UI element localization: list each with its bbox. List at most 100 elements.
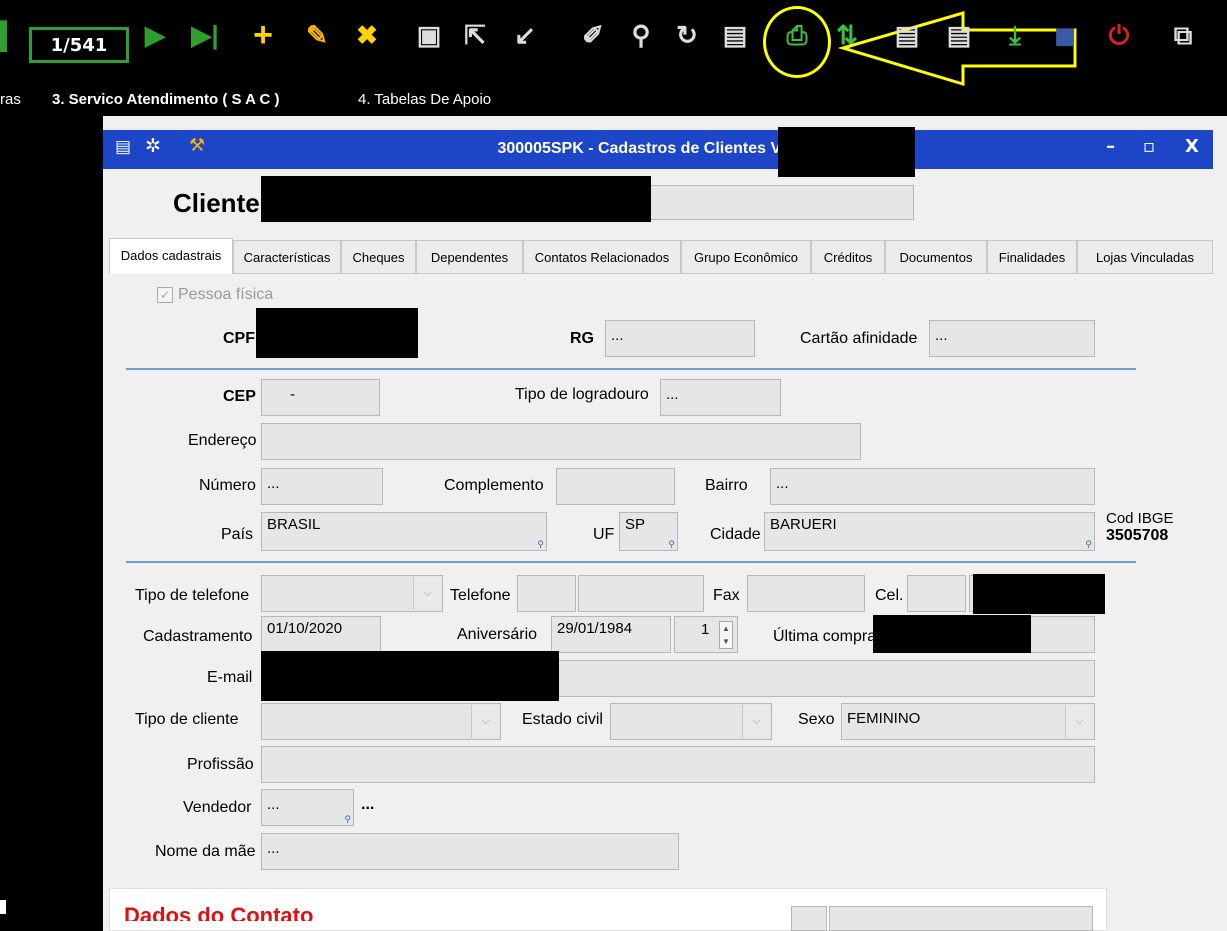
tipo-logradouro-label: Tipo de logradouro (515, 386, 649, 403)
window-title: 300005SPK - Cadastros de Clientes Varejo (497, 140, 819, 157)
tipo-telefone-label: Tipo de telefone (135, 587, 250, 604)
tab-caracteristicas[interactable]: Características (233, 240, 341, 274)
tab-lojas-vinculadas[interactable]: Lojas Vinculadas (1077, 240, 1213, 274)
first-record-icon[interactable]: ▌ (0, 18, 22, 52)
contact-section-title: Dados do Contato (124, 903, 314, 921)
menu-item-partial[interactable]: ras (0, 91, 21, 108)
cadastramento-label: Cadastramento (143, 628, 253, 645)
menu-item-tabelas[interactable]: 4. Tabelas De Apoio (358, 91, 491, 108)
profissao-field[interactable] (261, 746, 1095, 783)
download-icon[interactable]: ⤓ (1000, 18, 1030, 52)
tab-grupo-economico[interactable]: Grupo Econômico (681, 240, 811, 274)
lookup-icon[interactable]: ⚲ (537, 539, 544, 550)
clear-icon[interactable]: ✐ (578, 18, 608, 52)
chevron-down-icon[interactable]: ⌵ (413, 577, 441, 610)
endereco-label: Endereço (188, 432, 257, 449)
bairro-label: Bairro (705, 477, 748, 494)
cel-ddd-field[interactable] (907, 575, 966, 612)
tipo-cliente-select[interactable]: ⌵ (261, 703, 501, 740)
endereco-field[interactable] (261, 423, 861, 460)
estado-civil-select[interactable]: ⌵ (610, 703, 772, 740)
sexo-select[interactable]: FEMININO ⌵ (841, 703, 1095, 740)
fax-field[interactable] (747, 575, 865, 612)
cep-field[interactable]: - (261, 379, 380, 416)
next-record-icon[interactable]: ▶ (140, 18, 170, 52)
divider (126, 561, 1136, 563)
nome-mae-label: Nome da mãe (155, 843, 256, 860)
tab-contatos-relacionados[interactable]: Contatos Relacionados (523, 240, 681, 274)
tipo-logradouro-field[interactable]: ... (660, 379, 781, 416)
shield-icon[interactable]: ◼ (1050, 18, 1080, 52)
redaction (973, 574, 1105, 614)
maximize-button[interactable]: ▫ (1143, 136, 1155, 157)
rg-label: RG (570, 330, 594, 347)
save-icon[interactable]: ▣ (414, 18, 444, 52)
tab-dependentes[interactable]: Dependentes (416, 240, 523, 274)
lookup-icon[interactable]: ⚲ (1085, 539, 1092, 550)
minimize-button[interactable]: – (1106, 136, 1115, 157)
tab-cheques[interactable]: Cheques (341, 240, 416, 274)
tab-finalidades[interactable]: Finalidades (987, 240, 1077, 274)
tab-creditos[interactable]: Créditos (811, 240, 885, 274)
cartao-afinidade-label: Cartão afinidade (800, 330, 918, 347)
client-heading: Cliente (173, 188, 260, 218)
tipo-cliente-label: Tipo de cliente (135, 711, 239, 728)
cidade-field[interactable]: BARUERI ⚲ (764, 512, 1095, 551)
preview-icon[interactable]: ▤ (720, 18, 750, 52)
close-button[interactable]: X (1185, 136, 1199, 157)
numero-label: Número (199, 477, 256, 494)
add-icon[interactable]: + (248, 18, 278, 52)
remove-detail-icon[interactable]: ▤ (944, 18, 974, 52)
complemento-label: Complemento (444, 477, 544, 494)
cadastramento-field[interactable]: 01/10/2020 (261, 616, 381, 653)
nome-mae-field[interactable]: ... (261, 833, 679, 870)
pessoa-fisica-checkbox[interactable]: ✓ (157, 287, 173, 303)
lookup-icon[interactable]: ⚲ (344, 814, 351, 825)
arrow-icon[interactable]: ⇱ (460, 18, 490, 52)
power-icon[interactable]: ⏻ (1104, 18, 1134, 52)
redaction (261, 176, 651, 222)
email-label: E-mail (207, 669, 253, 686)
uf-field[interactable]: SP ⚲ (619, 512, 678, 551)
edge-marker (0, 900, 6, 914)
telefone-label: Telefone (450, 587, 511, 604)
edit-icon[interactable]: ✎ (302, 18, 332, 52)
lookup-icon[interactable]: ⚲ (668, 539, 675, 550)
redaction (256, 308, 418, 358)
main-toolbar: ▌ 1/541 ▶ ▶| + ✎ ✖ ▣ ⇱ ↙ ✐ ⚲ ↻ ▤ ⎙ ⇅ ▤ ▤… (0, 0, 1227, 88)
telefone-field[interactable] (578, 575, 704, 612)
vendedor-label: Vendedor (183, 799, 252, 816)
spin-buttons[interactable]: ▲ ▼ (719, 621, 733, 649)
vendedor-extra: ... (361, 796, 375, 813)
add-detail-icon[interactable]: ▤ (892, 18, 922, 52)
search-icon[interactable]: ⚲ (626, 18, 656, 52)
contact-small-field[interactable] (791, 906, 827, 931)
tab-documentos[interactable]: Documentos (885, 240, 987, 274)
print-icon[interactable]: ⎙ (782, 18, 812, 52)
numero-field[interactable]: ... (261, 468, 383, 505)
cel-label: Cel. (875, 587, 904, 604)
chevron-down-icon[interactable]: ⌵ (471, 705, 499, 738)
chevron-down-icon[interactable]: ⌵ (742, 705, 770, 738)
cod-ibge-value: 3505708 (1106, 527, 1169, 544)
tipo-telefone-select[interactable]: ⌵ (261, 575, 443, 612)
bairro-field[interactable]: ... (770, 468, 1095, 505)
refresh-icon[interactable]: ↻ (672, 18, 702, 52)
vendedor-field[interactable]: ... ⚲ (261, 789, 354, 826)
rg-field[interactable]: ... (605, 320, 755, 357)
delete-icon[interactable]: ✖ (352, 18, 382, 52)
telefone-ddd-field[interactable] (517, 575, 576, 612)
complemento-field[interactable] (556, 468, 675, 505)
contact-field[interactable] (829, 906, 1093, 931)
cartao-afinidade-field[interactable]: ... (929, 320, 1095, 357)
last-record-icon[interactable]: ▶| (190, 18, 220, 52)
record-counter: 1/541 (29, 27, 129, 63)
aniversario-field[interactable]: 29/01/1984 (551, 616, 671, 653)
divider (126, 368, 1136, 370)
tab-dados-cadastrais[interactable]: Dados cadastrais (109, 238, 233, 274)
menu-item-sac[interactable]: 3. Servico Atendimento ( S A C ) (52, 91, 280, 108)
window-switch-icon[interactable]: ⧉ (1168, 18, 1198, 52)
chevron-down-icon[interactable]: ⌵ (1065, 705, 1093, 738)
confirm-icon[interactable]: ↙ (510, 18, 540, 52)
pais-field[interactable]: BRASIL ⚲ (261, 512, 547, 551)
